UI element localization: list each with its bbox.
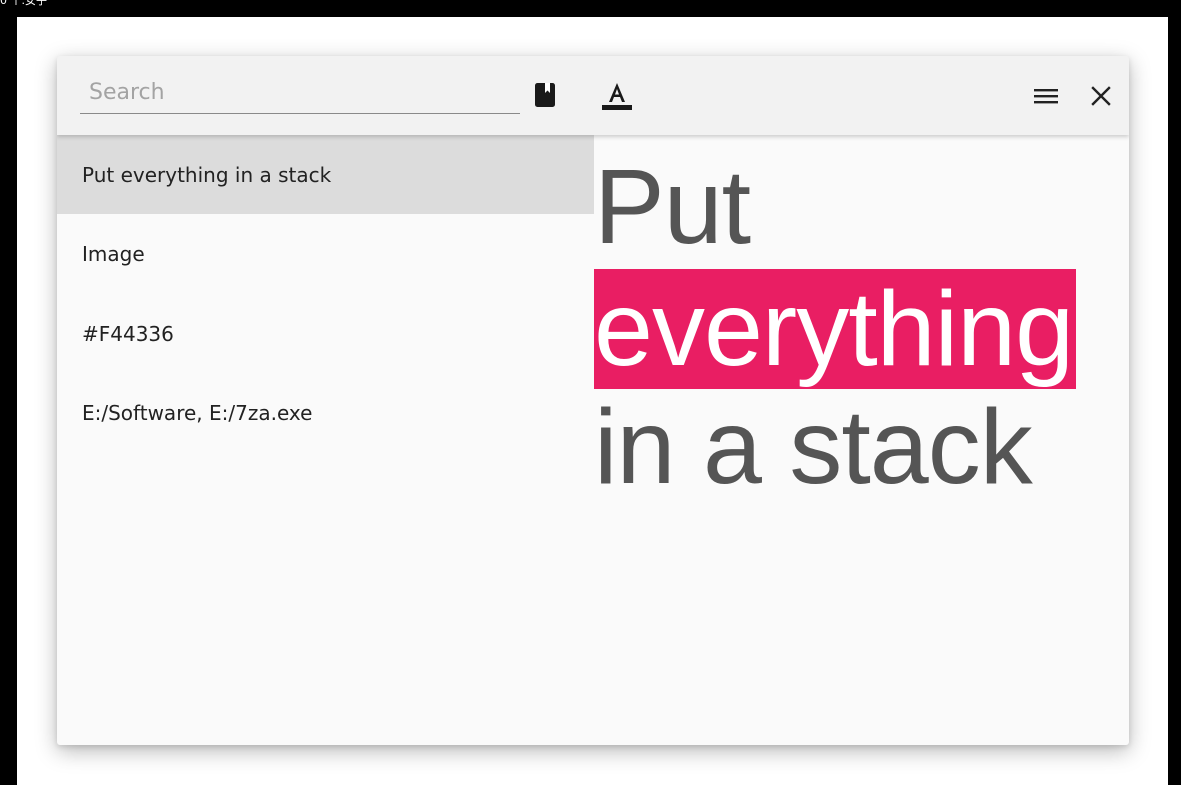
menu-icon — [1034, 89, 1058, 104]
list-item[interactable]: Image — [57, 214, 594, 293]
close-icon — [1091, 86, 1111, 106]
screen-canvas: Put everything in a stack Image #F44336 … — [17, 17, 1168, 785]
preview-pane: Put everything in a stack — [594, 135, 1129, 745]
app-window: Put everything in a stack Image #F44336 … — [57, 56, 1129, 745]
preview-line-1: Put — [594, 148, 751, 266]
format-text-button[interactable] — [598, 78, 636, 114]
close-button[interactable] — [1085, 80, 1117, 112]
search-input[interactable] — [80, 72, 520, 114]
menu-button[interactable] — [1027, 80, 1065, 112]
list-item[interactable]: #F44336 — [57, 294, 594, 373]
book-button[interactable] — [530, 78, 560, 112]
toolbar — [57, 56, 1129, 135]
book-icon — [535, 83, 555, 107]
list-item[interactable]: E:/Software, E:/7za.exe — [57, 373, 594, 452]
item-list: Put everything in a stack Image #F44336 … — [57, 135, 594, 745]
preview-highlight: everything — [594, 269, 1077, 389]
preview-line-3: in a stack — [594, 388, 1033, 506]
format-text-icon — [602, 83, 632, 110]
topbar-caption: 0 个.女子 — [0, 0, 47, 7]
list-item[interactable]: Put everything in a stack — [57, 135, 594, 214]
